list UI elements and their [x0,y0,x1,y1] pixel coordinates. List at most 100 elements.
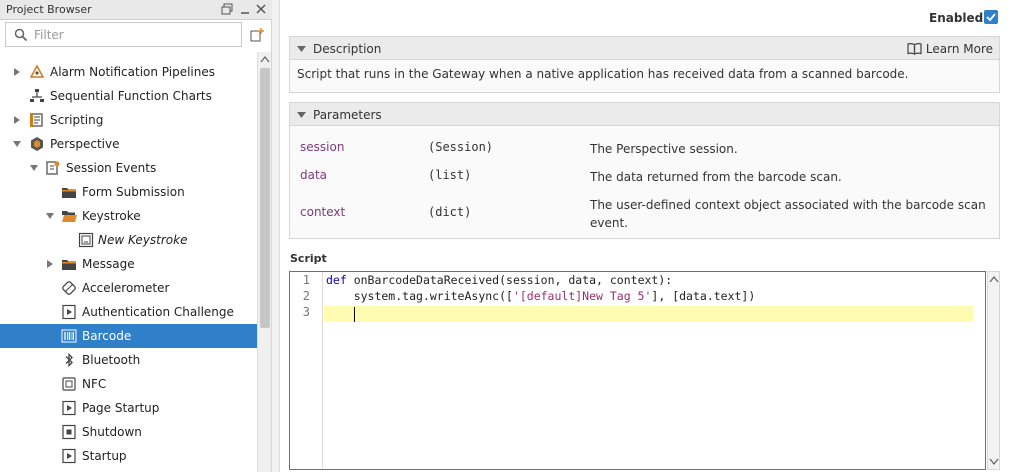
code-keyword: def [326,273,347,287]
accelerometer-icon [62,281,76,295]
expand-arrow-icon[interactable] [12,115,22,125]
parameter-name: session [300,140,345,154]
parameters-header[interactable]: Parameters [289,102,1000,126]
tree-item-label: Startup [82,449,127,463]
event-script-editor: Enabled Description Learn More Script th… [281,0,1012,472]
nfc-icon [62,377,76,391]
line-number: 1 [302,273,310,287]
auth-icon [62,304,76,320]
session-events-icon [46,161,60,175]
tree-item-alarm-notification-pipelines[interactable]: Alarm Notification Pipelines [0,60,257,84]
parameters-title: Parameters [313,108,382,122]
minimize-icon[interactable] [238,2,252,16]
parameter-description: The user-defined context object associat… [590,198,986,230]
code-line-active[interactable] [324,306,973,322]
tree-item-label: Form Submission [82,185,185,199]
shutdown-icon [62,424,76,440]
tree-item-shutdown[interactable]: Shutdown [0,420,257,444]
description-text: Script that runs in the Gateway when a n… [297,67,909,81]
new-item-icon[interactable] [249,27,265,43]
editor-scrollbar[interactable] [987,271,1000,470]
scroll-up-icon[interactable] [989,275,999,283]
text-caret [354,307,355,322]
tree-item-label: Scripting [50,113,104,127]
line-number-gutter: 1 2 3 [290,272,323,469]
filter-input[interactable] [34,26,234,44]
tree-item-sequential-function-charts[interactable]: Sequential Function Charts [0,84,257,108]
collapse-arrow-icon[interactable] [29,163,39,173]
restore-window-icon[interactable] [220,2,234,16]
tree-item-label: Message [82,257,135,271]
tree-item-label: Perspective [50,137,120,151]
tree-scrollbar[interactable] [257,52,271,472]
code-string: '[default]New Tag 5' [512,289,652,303]
tree-item-nfc[interactable]: NFC [0,372,257,396]
project-browser-panel: Project Browser Filter Alarm Notificatio… [0,0,272,472]
tree-item-label: New Keystroke [98,233,188,247]
tree-item-label: Shutdown [82,425,142,439]
tree-item-form-submission[interactable]: Form Submission [0,180,257,204]
tree-item-label: Sequential Function Charts [50,89,212,103]
folder-icon [62,188,76,198]
description-header[interactable]: Description Learn More [289,36,1000,60]
parameter-name: context [300,205,346,219]
learn-more-link[interactable]: Learn More [907,41,993,57]
line-number: 2 [302,289,310,303]
tree-item-page-startup[interactable]: Page Startup [0,396,257,420]
tree-item-scripting[interactable]: Scripting [0,108,257,132]
scroll-up-icon[interactable] [260,55,270,63]
tree-item-barcode[interactable]: Barcode [0,324,257,348]
bluetooth-icon [65,352,73,368]
book-icon [907,43,922,55]
code-line[interactable]: system.tag.writeAsync(['[default]New Tag… [324,289,973,305]
panel-splitter[interactable] [272,0,280,472]
tree-item-session-events[interactable]: Session Events [0,156,257,180]
tree-item-label: Session Events [66,161,157,175]
tree-item-new-keystroke[interactable]: New Keystroke [0,228,257,252]
tree-item-label: Page Startup [82,401,160,415]
line-number: 3 [302,305,310,319]
parameter-type: (Session) [428,140,494,154]
search-icon [14,28,28,42]
enabled-label: Enabled [929,11,984,25]
collapse-arrow-icon[interactable] [45,211,55,221]
startup-icon [62,448,76,464]
page-startup-icon [62,400,76,416]
close-icon[interactable] [254,2,268,16]
tree-item-label: NFC [82,377,107,391]
perspective-icon [31,137,43,151]
tree-item-label: Authentication Challenge [82,305,234,319]
checkmark-icon [986,13,996,22]
description-body: Script that runs in the Gateway when a n… [289,60,1000,93]
filter-box [5,22,242,47]
collapse-arrow-icon[interactable] [12,139,22,149]
code-line[interactable]: def onBarcodeDataReceived(session, data,… [324,273,973,289]
folder-open-icon [62,211,77,222]
expand-arrow-icon[interactable] [45,259,55,269]
tree-item-startup[interactable]: Startup [0,444,257,468]
parameter-name: data [300,168,328,182]
parameter-type: (dict) [428,205,472,219]
tree-item-perspective[interactable]: Perspective [0,132,257,156]
code-text: onBarcodeDataReceived(session, data, con… [346,273,673,287]
tree-item-accelerometer[interactable]: Accelerometer [0,276,257,300]
collapse-arrow-icon[interactable] [297,111,306,119]
script-code-editor[interactable]: 1 2 3 def onBarcodeDataReceived(session,… [289,271,986,470]
tree-scrollbar-thumb[interactable] [260,68,270,328]
tree-item-label: Alarm Notification Pipelines [50,65,216,79]
tree-item-keystroke[interactable]: Keystroke [0,204,257,228]
tree-item-authentication-challenge[interactable]: Authentication Challenge [0,300,257,324]
parameter-type: (list) [428,168,472,182]
script-label: Script [290,252,327,265]
parameter-description: The Perspective session. [590,142,738,156]
learn-more-label: Learn More [925,42,993,56]
collapse-arrow-icon[interactable] [297,45,306,53]
scroll-down-icon[interactable] [989,458,999,466]
code-text: system.tag.writeAsync([ [326,289,513,303]
filter-row [0,20,272,50]
enabled-checkbox[interactable] [984,10,998,24]
tree-item-bluetooth[interactable]: Bluetooth [0,348,257,372]
expand-arrow-icon[interactable] [12,67,22,77]
parameters-body: session (Session) The Perspective sessio… [289,126,1000,239]
tree-item-message[interactable]: Message [0,252,257,276]
